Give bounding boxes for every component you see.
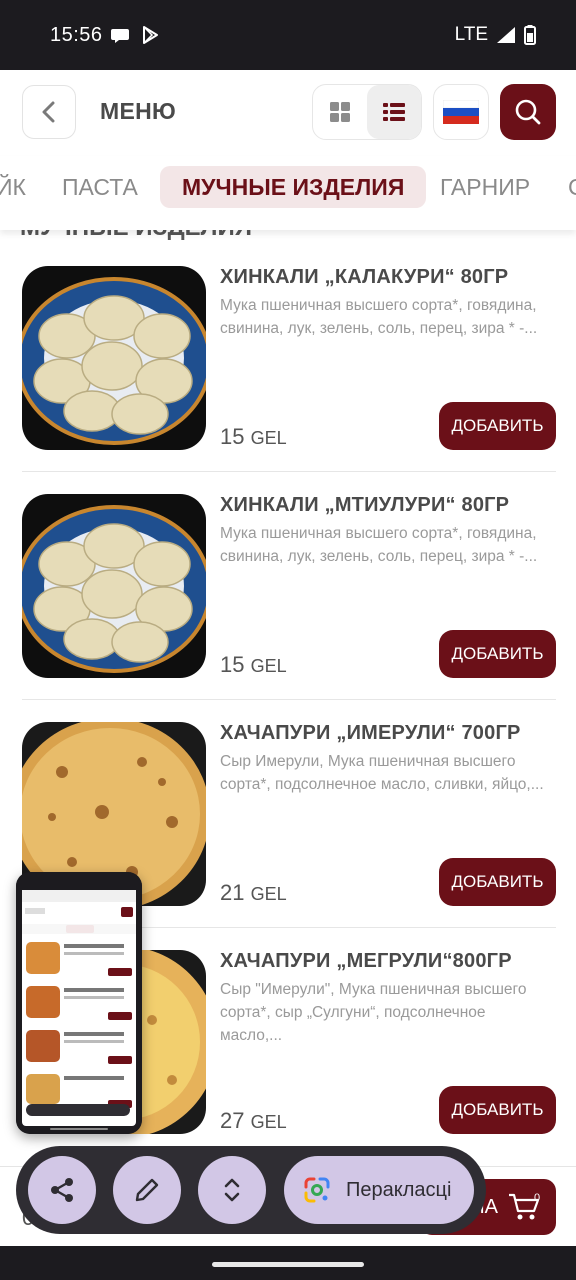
status-right: LTE	[455, 24, 536, 46]
product-photo	[22, 494, 206, 678]
product-price: 15 GEL	[220, 424, 287, 450]
status-bar: 15:56 LTE	[0, 0, 576, 70]
cart-icon: 0	[509, 1192, 540, 1220]
price-value: 27	[220, 1108, 245, 1133]
tab-category-pasta[interactable]: ПАСТА	[62, 166, 138, 208]
khinkali-image	[22, 494, 206, 678]
language-button[interactable]	[433, 84, 489, 140]
price-value: 15	[220, 424, 245, 449]
product-photo	[22, 266, 206, 450]
home-gesture-handle[interactable]	[212, 1262, 364, 1267]
share-button[interactable]	[28, 1156, 96, 1224]
translate-button[interactable]: Перакласці	[284, 1156, 474, 1224]
price-value: 15	[220, 652, 245, 677]
divider	[22, 471, 556, 472]
screenshot-action-bar: Перакласці	[16, 1146, 486, 1234]
product-item[interactable]: ХИНКАЛИ „КАЛАКУРИ“ 80ГР Мука пшеничная в…	[22, 266, 556, 494]
chat-notification-icon	[111, 29, 129, 43]
product-description: Мука пшеничная высшего сорта*, говядина,…	[220, 297, 538, 337]
search-button[interactable]	[500, 84, 556, 140]
category-tabs: ЙК ПАСТА МУЧНЫЕ ИЗДЕЛИЯ ГАРНИР С	[0, 156, 576, 230]
tab-category-next[interactable]: С	[568, 166, 576, 208]
product-price: 15 GEL	[220, 652, 287, 678]
add-button[interactable]: ДОБАВИТЬ	[439, 630, 556, 678]
view-toggle	[312, 84, 422, 140]
product-price: 21 GEL	[220, 880, 287, 906]
expand-icon	[224, 1178, 240, 1202]
list-view-icon	[383, 103, 405, 121]
screen: 15:56 LTE МЕНЮ ЙК ПАСТА МУЧНЫЕ ИЗДЕЛИЯ Г…	[0, 0, 576, 1280]
back-button[interactable]	[22, 85, 76, 139]
product-name: ХАЧАПУРИ „ИМЕРУЛИ“ 700ГР	[220, 722, 521, 744]
share-icon	[51, 1178, 73, 1202]
product-description: Сыр Имерули, Мука пшеничная высшего сорт…	[220, 753, 544, 793]
list-view-button[interactable]	[367, 85, 421, 139]
divider	[22, 699, 556, 700]
price-currency: GEL	[250, 1112, 287, 1132]
system-nav-bar	[0, 1246, 576, 1280]
cart-count: 0	[534, 1192, 540, 1204]
add-button[interactable]: ДОБАВИТЬ	[439, 1086, 556, 1134]
grid-view-icon	[330, 102, 350, 122]
grid-view-button[interactable]	[313, 85, 367, 139]
russia-flag-icon	[443, 100, 479, 124]
khinkali-image	[22, 266, 206, 450]
product-name: ХАЧАПУРИ „МЕГРУЛИ“800ГР	[220, 950, 512, 972]
product-name: ХИНКАЛИ „КАЛАКУРИ“ 80ГР	[220, 266, 509, 288]
chevron-left-icon	[42, 101, 55, 123]
product-item[interactable]: ХИНКАЛИ „МТИУЛУРИ“ 80ГР Мука пшеничная в…	[22, 494, 556, 722]
edit-icon	[135, 1178, 159, 1202]
signal-icon	[497, 27, 515, 43]
network-type: LTE	[454, 24, 488, 45]
google-lens-icon	[304, 1177, 330, 1203]
product-price: 27 GEL	[220, 1108, 287, 1134]
tab-category-garnish[interactable]: ГАРНИР	[440, 166, 530, 208]
edit-button[interactable]	[113, 1156, 181, 1224]
product-name: ХИНКАЛИ „МТИУЛУРИ“ 80ГР	[220, 494, 510, 516]
search-icon	[515, 99, 541, 125]
add-button[interactable]: ДОБАВИТЬ	[439, 858, 556, 906]
screenshot-preview-thumbnail[interactable]	[16, 872, 142, 1134]
battery-icon	[524, 25, 536, 45]
status-time: 15:56	[50, 24, 103, 46]
page-title: МЕНЮ	[100, 98, 177, 124]
add-button[interactable]: ДОБАВИТЬ	[439, 402, 556, 450]
tab-category-0[interactable]: ЙК	[0, 166, 26, 208]
product-description: Сыр "Имерули", Мука пшеничная высшего со…	[220, 981, 527, 1044]
screenshot-thumbnail-image	[16, 872, 142, 1134]
translate-label: Перакласці	[346, 1178, 452, 1201]
app-header: МЕНЮ	[0, 70, 576, 156]
expand-capture-button[interactable]	[198, 1156, 266, 1224]
price-currency: GEL	[250, 656, 287, 676]
notification-icons	[110, 25, 160, 45]
product-description: Мука пшеничная высшего сорта*, говядина,…	[220, 525, 538, 565]
tab-category-flour-products[interactable]: МУЧНЫЕ ИЗДЕЛИЯ	[160, 166, 427, 208]
price-currency: GEL	[250, 884, 287, 904]
play-store-icon	[143, 26, 158, 44]
price-currency: GEL	[250, 428, 287, 448]
price-value: 21	[220, 880, 245, 905]
